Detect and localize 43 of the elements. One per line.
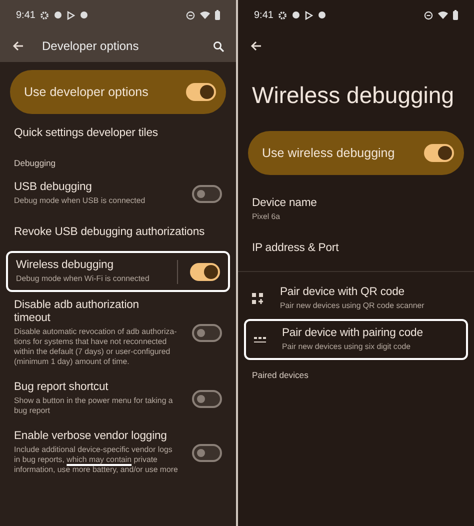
toggle-switch[interactable] [192, 390, 222, 408]
setting-item[interactable]: Quick settings developer tiles [0, 114, 236, 152]
switch-label: Use wireless debugging [262, 146, 395, 160]
circle-icon [54, 11, 62, 19]
toggle-switch[interactable] [190, 262, 220, 280]
search-icon[interactable] [213, 40, 224, 52]
setting-item[interactable]: Revoke USB debugging authorizations [0, 213, 236, 251]
dots-icon [254, 336, 266, 342]
setting-title: Pair device with pairing code [282, 327, 424, 340]
settings-icon [278, 10, 288, 20]
toggle-switch[interactable] [192, 324, 222, 342]
back-arrow-icon[interactable] [250, 41, 262, 51]
settings-icon [40, 10, 50, 20]
setting-title: IP address & Port [252, 242, 340, 255]
setting-title: USB debugging [14, 181, 93, 194]
clock: 9:41 [16, 10, 36, 20]
clock: 9:41 [254, 10, 274, 20]
circle-icon [292, 11, 300, 19]
page-title: Wireless debugging [251, 81, 456, 110]
setting-title: Pair device with QR code [280, 286, 406, 299]
do-not-disturb-icon [186, 10, 195, 20]
setting-title: Bug report shortcut [14, 381, 110, 394]
back-arrow-icon[interactable] [12, 41, 24, 51]
toggle-switch[interactable] [424, 144, 454, 162]
battery-icon [215, 10, 220, 20]
qr-code-icon [252, 293, 263, 304]
setting-title: Wireless debugging [16, 259, 114, 272]
toggle-switch[interactable] [192, 184, 222, 202]
play-icon [305, 10, 314, 20]
wifi-icon [200, 11, 210, 19]
toggle-switch[interactable] [186, 83, 216, 101]
section-header: Paired devices [251, 369, 310, 382]
battery-icon [453, 10, 458, 20]
section-header: Debugging [13, 157, 57, 170]
screen-title: Developer options [42, 39, 140, 53]
wifi-icon [438, 11, 448, 19]
switch-label: Use developer options [24, 85, 148, 99]
toggle-switch[interactable] [192, 444, 222, 462]
play-icon [67, 10, 76, 20]
setting-title: Device name [252, 197, 318, 210]
setting-title: Enable verbose vendor logging [14, 430, 168, 443]
setting-title: Disable adb authorization timeout [14, 299, 140, 325]
do-not-disturb-icon [424, 10, 433, 20]
